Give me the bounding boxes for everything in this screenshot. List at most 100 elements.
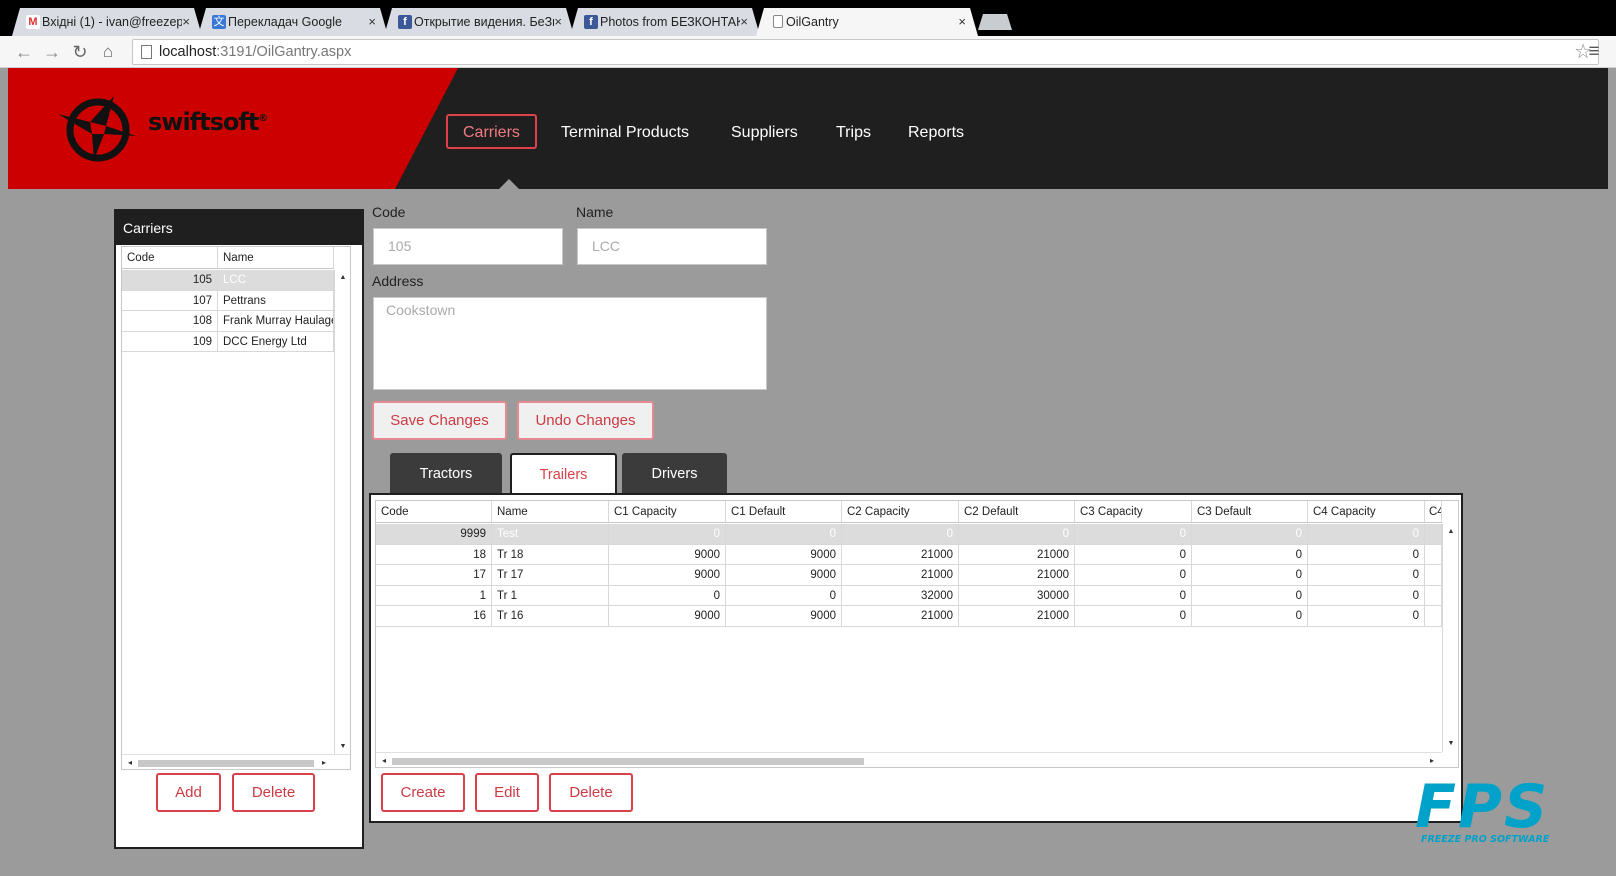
cell-value: 9000 <box>609 544 726 564</box>
cell-value: 0 <box>1075 565 1192 585</box>
cell-value: 0 <box>1308 544 1425 564</box>
cell-value: 0 <box>1308 565 1425 585</box>
table-row[interactable]: 109 DCC Energy Ltd <box>122 331 334 352</box>
cell-code: 9999 <box>376 524 492 544</box>
code-field[interactable]: 105 <box>373 228 563 265</box>
column-header-code[interactable]: Code <box>122 247 218 268</box>
table-row[interactable]: 1 Tr 1 0 0 32000 30000 0 0 0 <box>376 585 1442 606</box>
browser-tab-facebook-1[interactable]: f Открытие видения. БеЗк × <box>384 8 574 36</box>
page-icon <box>773 15 783 28</box>
close-icon[interactable]: × <box>740 8 748 36</box>
scroll-up-icon[interactable]: ▲ <box>1443 524 1458 540</box>
address-bar[interactable]: localhost:3191/OilGantry.aspx ☆ <box>132 39 1599 65</box>
table-row[interactable]: 9999 Test 0 0 0 0 0 0 0 <box>376 524 1442 545</box>
carriers-grid: Code Name 105 LCC 107 Pettrans 108 Frank… <box>121 246 351 770</box>
cell-value: 0 <box>1192 524 1308 544</box>
scroll-thumb[interactable] <box>138 760 314 767</box>
table-row[interactable]: 16 Tr 16 9000 9000 21000 21000 0 0 0 <box>376 606 1442 627</box>
reload-icon[interactable]: ↻ <box>68 40 92 64</box>
column-header-c2-capacity[interactable]: C2 Capacity <box>842 501 959 522</box>
add-carrier-button[interactable]: Add <box>156 773 221 812</box>
nav-suppliers[interactable]: Suppliers <box>714 114 815 149</box>
table-row[interactable]: 18 Tr 18 9000 9000 21000 21000 0 0 0 <box>376 544 1442 565</box>
forward-icon[interactable]: → <box>40 40 64 64</box>
cell-name: Frank Murray Haulage <box>218 311 334 331</box>
close-icon[interactable]: × <box>554 8 562 36</box>
column-header-c1-default[interactable]: C1 Default <box>726 501 842 522</box>
delete-trailer-button[interactable]: Delete <box>549 773 633 812</box>
scroll-left-icon[interactable]: ◂ <box>124 755 136 769</box>
address-field[interactable]: Cookstown <box>373 297 767 390</box>
cell-value <box>1425 565 1442 585</box>
table-row[interactable]: 108 Frank Murray Haulage <box>122 311 334 332</box>
scroll-right-icon[interactable]: ▸ <box>318 755 330 769</box>
cell-code: 16 <box>376 606 492 626</box>
undo-changes-button[interactable]: Undo Changes <box>517 401 654 440</box>
tab-drivers[interactable]: Drivers <box>622 453 727 496</box>
cell-value: 30000 <box>959 585 1075 605</box>
cell-value: 21000 <box>959 544 1075 564</box>
column-header-name[interactable]: Name <box>492 501 609 522</box>
cell-value: 9000 <box>726 565 842 585</box>
column-header-code[interactable]: Code <box>376 501 492 522</box>
cell-value: 0 <box>1192 544 1308 564</box>
scroll-left-icon[interactable]: ◂ <box>378 753 390 767</box>
browser-menu-icon[interactable]: ≡ <box>1583 40 1605 64</box>
scroll-thumb[interactable] <box>392 758 864 765</box>
column-header-c2-default[interactable]: C2 Default <box>959 501 1075 522</box>
close-icon[interactable]: × <box>368 8 376 36</box>
column-header-c3-capacity[interactable]: C3 Capacity <box>1075 501 1192 522</box>
facebook-icon: f <box>584 15 598 29</box>
delete-carrier-button[interactable]: Delete <box>232 773 315 812</box>
cell-value: 0 <box>1192 606 1308 626</box>
table-row[interactable]: 105 LCC <box>122 270 334 291</box>
create-trailer-button[interactable]: Create <box>381 773 465 812</box>
vertical-scrollbar[interactable]: ▲ ▼ <box>1442 524 1458 752</box>
cell-value: 0 <box>1192 565 1308 585</box>
column-header-c3-default[interactable]: C3 Default <box>1192 501 1308 522</box>
cell-name: DCC Energy Ltd <box>218 331 334 351</box>
browser-tab-oilgantry[interactable]: OilGantry × <box>756 8 978 36</box>
name-field[interactable]: LCC <box>577 228 767 265</box>
nav-reports[interactable]: Reports <box>891 114 981 149</box>
cell-code: 18 <box>376 544 492 564</box>
browser-toolbar: ← → ↻ ⌂ localhost:3191/OilGantry.aspx ☆ … <box>0 36 1616 68</box>
browser-tab-facebook-2[interactable]: f Photos from БЕЗКОНТАК × <box>570 8 760 36</box>
scroll-right-icon[interactable]: ▸ <box>1426 753 1438 767</box>
column-header-c4-capacity[interactable]: C4 Capacity <box>1308 501 1425 522</box>
home-icon[interactable]: ⌂ <box>96 40 120 64</box>
browser-tab-gmail[interactable]: M Вхідні (1) - ivan@freezepr × <box>12 8 202 36</box>
new-tab-button[interactable] <box>978 14 1012 30</box>
column-header-name[interactable]: Name <box>218 247 334 268</box>
scroll-down-icon[interactable]: ▼ <box>1443 736 1458 752</box>
cell-value: 0 <box>1075 606 1192 626</box>
cell-value: 0 <box>1308 606 1425 626</box>
close-icon[interactable]: × <box>958 8 966 36</box>
column-header-c1-capacity[interactable]: C1 Capacity <box>609 501 726 522</box>
tab-title: Перекладач Google <box>228 15 342 29</box>
horizontal-scrollbar[interactable]: ◂ ▸ <box>122 754 350 769</box>
save-changes-button[interactable]: Save Changes <box>372 401 507 440</box>
close-icon[interactable]: × <box>182 8 190 36</box>
nav-trips[interactable]: Trips <box>819 114 888 149</box>
app-header: swiftsoft® Carriers Terminal Products Su… <box>8 68 1608 189</box>
cell-value: 0 <box>1192 585 1308 605</box>
nav-carriers[interactable]: Carriers <box>446 114 537 149</box>
back-icon[interactable]: ← <box>12 40 36 64</box>
gmail-icon: M <box>26 15 40 29</box>
scroll-down-icon[interactable]: ▼ <box>335 739 350 755</box>
edit-trailer-button[interactable]: Edit <box>475 773 539 812</box>
nav-terminal-products[interactable]: Terminal Products <box>544 114 706 149</box>
cell-value: 0 <box>1075 544 1192 564</box>
cell-name: Tr 16 <box>492 606 609 626</box>
horizontal-scrollbar[interactable]: ◂ ▸ <box>376 752 1442 767</box>
column-header-c4[interactable]: C4 <box>1425 501 1442 522</box>
table-row[interactable]: 107 Pettrans <box>122 290 334 311</box>
tab-tractors[interactable]: Tractors <box>390 453 502 496</box>
table-row[interactable]: 17 Tr 17 9000 9000 21000 21000 0 0 0 <box>376 565 1442 586</box>
vertical-scrollbar[interactable]: ▲ ▼ <box>334 270 350 755</box>
cell-value: 0 <box>1075 585 1192 605</box>
scroll-up-icon[interactable]: ▲ <box>335 270 350 286</box>
tab-trailers[interactable]: Trailers <box>510 453 617 498</box>
browser-tab-translate[interactable]: 文 Перекладач Google × <box>198 8 388 36</box>
